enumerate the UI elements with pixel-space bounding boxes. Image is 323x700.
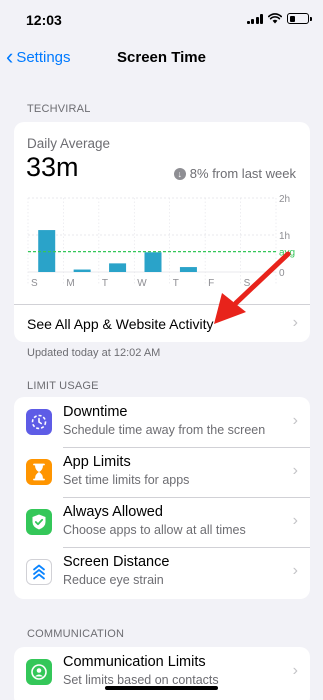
arrow-down-circle-icon: ↓ bbox=[173, 167, 186, 180]
chevron-right-icon: › bbox=[292, 314, 298, 331]
hourglass-icon bbox=[26, 459, 52, 485]
y-tick-label: 1h bbox=[279, 231, 290, 242]
updated-timestamp: Updated today at 12:02 AM bbox=[27, 347, 161, 359]
battery-icon bbox=[287, 13, 312, 24]
checkmark-shield-icon bbox=[26, 509, 52, 535]
list-item-subtitle: Set limits based on contacts bbox=[63, 673, 219, 687]
status-bar: 12:03 bbox=[0, 0, 323, 40]
list-item-title: Communication Limits bbox=[63, 654, 206, 670]
wifi-icon bbox=[268, 13, 282, 24]
communication-list: Communication Limits Set limits based on… bbox=[14, 647, 310, 700]
chart-bar bbox=[179, 267, 197, 272]
daily-average-value: 33m bbox=[26, 152, 79, 182]
home-indicator bbox=[105, 686, 218, 690]
chart-bar bbox=[109, 263, 127, 272]
status-time: 12:03 bbox=[26, 12, 62, 28]
chevrons-up-icon bbox=[26, 559, 52, 585]
x-tick-label: S bbox=[31, 278, 38, 289]
x-tick-label: F bbox=[208, 278, 214, 289]
navigation-bar: ‹ Settings Screen Time bbox=[0, 40, 323, 76]
x-tick-label: W bbox=[137, 278, 147, 289]
x-tick-label: S bbox=[244, 278, 251, 289]
list-item-subtitle: Set time limits for apps bbox=[63, 473, 190, 487]
y-tick-label: 2h bbox=[279, 194, 290, 205]
chevron-right-icon: › bbox=[292, 662, 298, 679]
weekly-change-text: 8% from last week bbox=[189, 166, 296, 181]
limit-usage-list: Downtime Schedule time away from the scr… bbox=[14, 397, 310, 599]
chevron-right-icon: › bbox=[292, 512, 298, 529]
list-item-title: Downtime bbox=[63, 404, 128, 420]
section-header-communication: COMMUNICATION bbox=[27, 628, 125, 640]
list-item-title: Always Allowed bbox=[63, 504, 163, 520]
status-icons bbox=[246, 13, 312, 24]
cellular-signal-icon bbox=[246, 13, 263, 24]
chart-bar bbox=[73, 269, 91, 272]
back-button[interactable]: ‹ Settings bbox=[6, 44, 71, 69]
chevron-right-icon: › bbox=[292, 462, 298, 479]
x-tick-label: T bbox=[102, 278, 108, 289]
moon-clock-icon bbox=[26, 409, 52, 435]
list-item-title: App Limits bbox=[63, 454, 131, 470]
section-header-limit-usage: LIMIT USAGE bbox=[27, 380, 99, 392]
chevron-right-icon: › bbox=[292, 562, 298, 579]
chart-bar bbox=[144, 252, 162, 272]
person-circle-icon bbox=[26, 659, 52, 685]
x-tick-label: T bbox=[173, 278, 179, 289]
chevron-left-icon: ‹ bbox=[6, 44, 14, 69]
see-all-activity-label: See All App & Website Activity bbox=[27, 316, 214, 332]
x-tick-label: M bbox=[66, 278, 74, 289]
y-tick-label: 0 bbox=[279, 268, 285, 279]
section-header-device: TECHVIRAL bbox=[27, 103, 91, 115]
usage-chart[interactable]: 2h 1h 0 avg S M T W T F S bbox=[14, 190, 310, 300]
list-item-subtitle: Schedule time away from the screen bbox=[63, 423, 266, 437]
chevron-right-icon: › bbox=[292, 412, 298, 429]
list-item-screen-distance[interactable]: Screen Distance Reduce eye strain › bbox=[14, 547, 310, 597]
list-item-always-allowed[interactable]: Always Allowed Choose apps to allow at a… bbox=[14, 497, 310, 547]
list-item-subtitle: Reduce eye strain bbox=[63, 573, 164, 587]
see-all-activity-button[interactable]: See All App & Website Activity › bbox=[14, 304, 310, 342]
daily-average-card: Daily Average 33m ↓ 8% from last week 2h… bbox=[14, 122, 310, 342]
weekly-change: ↓ 8% from last week bbox=[173, 166, 296, 181]
list-item-app-limits[interactable]: App Limits Set time limits for apps › bbox=[14, 447, 310, 497]
back-label: Settings bbox=[16, 48, 71, 66]
daily-average-label: Daily Average bbox=[27, 136, 111, 151]
list-item-title: Screen Distance bbox=[63, 554, 170, 570]
chart-bar bbox=[38, 230, 56, 272]
average-label: avg bbox=[279, 248, 295, 259]
list-item-downtime[interactable]: Downtime Schedule time away from the scr… bbox=[14, 397, 310, 447]
list-item-subtitle: Choose apps to allow at all times bbox=[63, 523, 246, 537]
